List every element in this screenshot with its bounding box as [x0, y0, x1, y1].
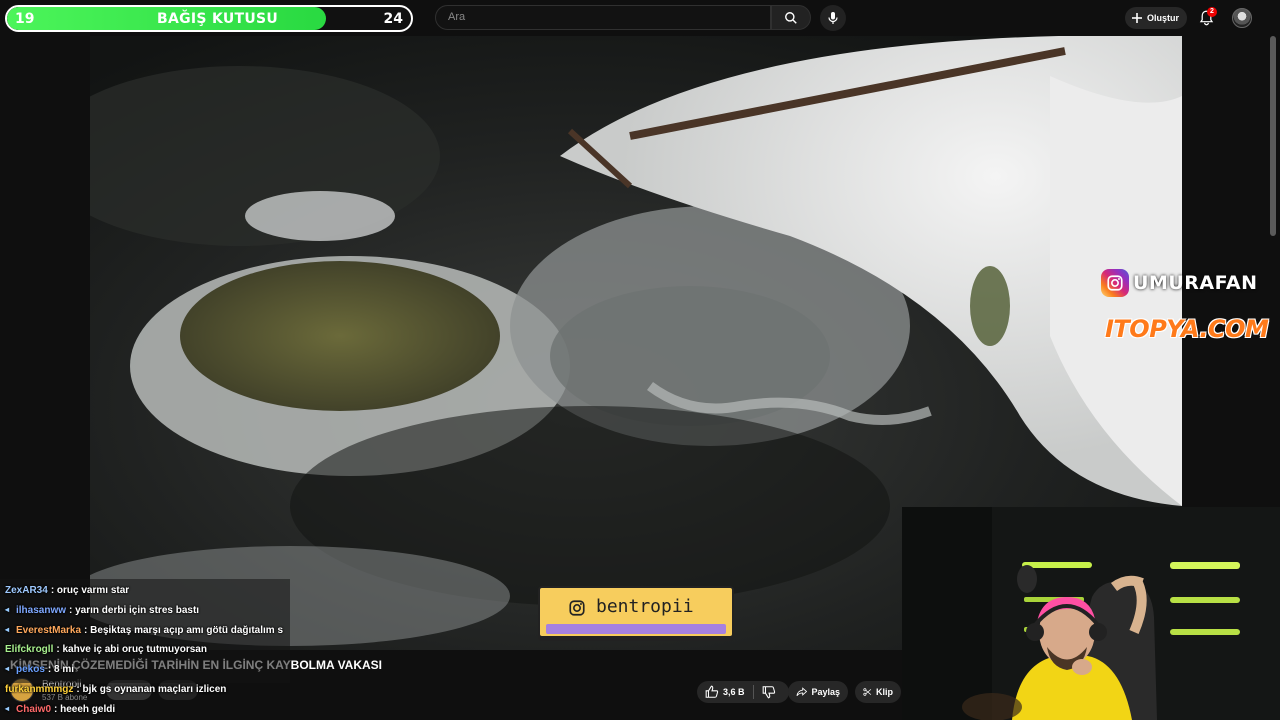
chat-text: : heeeh geldi — [54, 703, 116, 715]
share-label: Paylaş — [811, 687, 840, 697]
instagram-handle: UMURAFAN — [1133, 272, 1258, 294]
instagram-icon — [569, 600, 585, 616]
card-strip — [546, 624, 726, 634]
instagram-overlay: UMURAFAN — [1101, 269, 1258, 297]
sponsor-logo: ITOPYA.COM — [1105, 315, 1269, 343]
chat-message: furkanmmmgz : bjk gs oynanan maçları izl… — [5, 680, 226, 698]
thumbs-down-icon[interactable] — [762, 685, 776, 699]
chat-badge-icon: ◂ — [5, 704, 10, 713]
like-divider — [752, 685, 754, 699]
chat-text: : bjk gs oynanan maçları izlicen — [76, 683, 227, 695]
chat-username: ZexAR34 — [5, 584, 48, 596]
streamer-webcam — [902, 507, 1280, 720]
webcam-feed — [902, 507, 1280, 720]
chat-badge-icon: ◂ — [5, 625, 10, 634]
plus-icon — [1132, 13, 1142, 23]
card-handle: bentropii — [596, 596, 694, 617]
chat-message: ◂ ilhasanww : yarın derbi için stres bas… — [5, 601, 199, 619]
share-button[interactable]: Paylaş — [788, 681, 848, 703]
top-bar: 19 BAĞIŞ KUTUSU 24 Ara Oluştur 2 — [0, 0, 1280, 36]
chat-text: : yarın derbi için stres bastı — [69, 604, 200, 616]
chat-text: : Beşiktaş marşı açıp amı götü dağıtalım… — [84, 624, 284, 636]
chat-text: : oruç varmı star — [50, 584, 130, 596]
instagram-icon — [1101, 269, 1129, 297]
page-scrollbar[interactable] — [1270, 36, 1276, 236]
notifications-button[interactable]: 2 — [1196, 7, 1217, 28]
chat-username: Elifckrogll — [5, 643, 54, 655]
social-handle-card: bentropii — [538, 586, 734, 638]
chat-username: EverestMarka — [16, 624, 82, 636]
chat-username: furkanmmmgz — [5, 683, 74, 695]
chat-message: ◂ EverestMarka : Beşiktaş marşı açıp amı… — [5, 621, 283, 639]
donation-goal-value: 24 — [383, 11, 403, 27]
chat-badge-icon: ◂ — [5, 664, 10, 673]
scissors-icon — [863, 688, 872, 696]
donation-current-value: 19 — [15, 11, 35, 27]
search-icon — [785, 11, 797, 24]
chat-text: : kahve iç abi oruç tutmuyorsan — [56, 643, 207, 655]
chat-message: ZexAR34 : oruç varmı star — [5, 581, 129, 599]
thumbs-up-icon[interactable] — [705, 685, 719, 699]
voice-search-button[interactable] — [820, 5, 846, 31]
chat-username: pekos — [16, 663, 45, 675]
chat-username: Chaiw0 — [16, 703, 52, 715]
donation-title: BAĞIŞ KUTUSU — [157, 11, 279, 27]
create-button[interactable]: Oluştur — [1125, 7, 1187, 29]
notification-count-badge: 2 — [1207, 7, 1217, 17]
chat-username: ilhasanww — [16, 604, 67, 616]
account-avatar[interactable] — [1232, 8, 1252, 28]
chat-message: ◂ pekos : 8 mi — [5, 660, 74, 678]
share-icon — [796, 687, 808, 697]
stream-page: 19 BAĞIŞ KUTUSU 24 Ara Oluştur 2 UMURAFA… — [0, 0, 1280, 720]
search-input[interactable]: Ara — [435, 5, 771, 30]
chat-message: ◂ Chaiw0 : heeeh geldi — [5, 700, 115, 718]
like-count: 3,6 B — [723, 687, 745, 697]
chat-message: Elifckrogll : kahve iç abi oruç tutmuyor… — [5, 640, 207, 658]
chat-overlay: ZexAR34 : oruç varmı star ◂ ilhasanww : … — [0, 579, 296, 720]
clip-button[interactable]: Klip — [855, 681, 901, 703]
clip-label: Klip — [876, 687, 893, 697]
search-placeholder: Ara — [448, 11, 466, 23]
microphone-icon — [828, 12, 838, 24]
search-button[interactable] — [771, 5, 811, 30]
donation-progress-bar: 19 BAĞIŞ KUTUSU 24 — [5, 5, 413, 32]
chat-badge-icon: ◂ — [5, 605, 10, 614]
like-dislike-group: 3,6 B — [697, 681, 789, 703]
chat-text: : 8 mi — [47, 663, 75, 675]
create-label: Oluştur — [1147, 13, 1180, 23]
